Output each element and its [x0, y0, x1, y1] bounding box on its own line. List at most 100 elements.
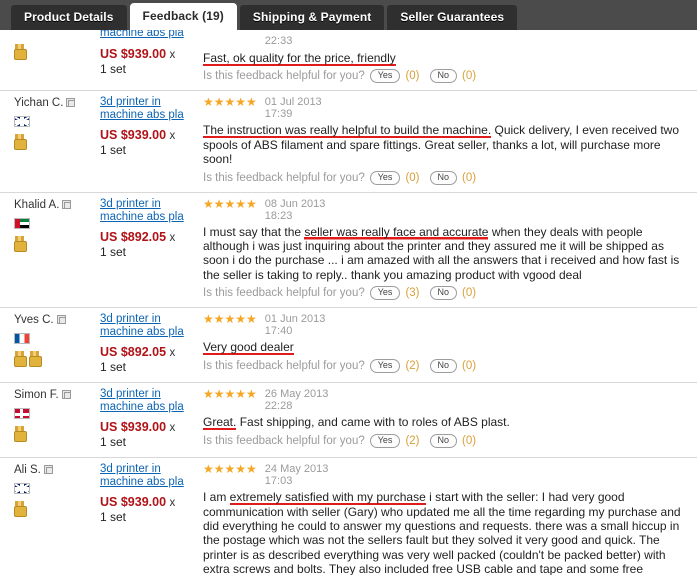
purchased-item-cell: 3d printer in machine abs pla US $939.00 … — [100, 383, 200, 457]
vote-yes-button[interactable]: Yes — [369, 69, 401, 84]
vote-no-count: (0) — [462, 171, 477, 184]
review-comment: Very good dealer — [203, 340, 691, 356]
medal-badges — [14, 44, 100, 60]
review-date: 01 Jul 2013 — [264, 96, 322, 109]
feedback-list: machine abs plaUS $939.00 x1 set★★★★★22:… — [0, 27, 697, 575]
rating-row: ★★★★★ 01 Jun 2013 17:40 — [203, 312, 691, 338]
review-datetime: 22:33 — [265, 35, 293, 47]
country-flags — [14, 110, 100, 128]
purchased-item-cell: machine abs pla US $939.00 x1 set — [100, 27, 200, 90]
review-time: 18:23 — [264, 209, 293, 222]
purchased-item-cell: 3d printer in machine abs pla US $939.00 … — [100, 91, 200, 191]
star-rating: ★★★★★ — [203, 312, 257, 327]
country-flags — [14, 327, 100, 345]
reviewer-name-text: Ali S. — [14, 464, 41, 477]
item-price-value: US $939.00 — [100, 128, 167, 143]
medal-icon — [14, 134, 27, 151]
helpful-vote-row: Is this feedback helpful for you? Yes (2) N… — [203, 433, 691, 448]
country-flags — [14, 212, 100, 230]
item-price-value: US $939.00 — [100, 47, 167, 61]
review-datetime: 26 May 2013 22:28 — [265, 388, 329, 412]
item-title-link[interactable]: 3d printer in machine abs pla — [100, 96, 192, 122]
medal-icon — [14, 501, 27, 518]
purchased-item-cell: 3d printer in machine abs pla US $892.05 … — [100, 308, 200, 382]
item-quantity: 1 set — [100, 143, 127, 158]
review-row: Khalid A. 3d printer in machine abs pla US… — [0, 191, 697, 308]
tab-feedback-19[interactable]: Feedback (19) — [129, 3, 237, 30]
medal-badges — [14, 235, 100, 252]
vote-yes-count: (0) — [405, 70, 420, 83]
comment-highlight: seller was really face and accurate — [304, 224, 489, 240]
reviewer-name: Yichan C. — [14, 96, 100, 110]
price-multiplier: x — [169, 497, 176, 510]
star-rating: ★★★★★ — [203, 462, 257, 477]
star-rating: ★★★★★ — [203, 95, 257, 110]
item-title-link[interactable]: 3d printer in machine abs pla — [100, 313, 192, 339]
vote-yes-count: (0) — [405, 171, 420, 184]
medal-icon — [29, 351, 42, 368]
review-datetime: 08 Jun 2013 18:23 — [265, 198, 326, 222]
price-multiplier: x — [169, 422, 176, 435]
medal-badges — [14, 426, 100, 443]
tab-product-details[interactable]: Product Details — [11, 5, 127, 30]
vote-yes-button[interactable]: Yes — [369, 170, 401, 185]
tab-shipping-payment[interactable]: Shipping & Payment — [239, 5, 385, 30]
vote-no-button[interactable]: No — [429, 358, 458, 373]
medal-icon — [14, 235, 27, 252]
verified-buyer-icon — [61, 390, 71, 400]
review-date: 08 Jun 2013 — [264, 197, 326, 210]
vote-no-button[interactable]: No — [429, 286, 458, 301]
item-title-link[interactable]: 3d printer in machine abs pla — [100, 463, 192, 489]
reviewer-name-text: Simon F. — [14, 389, 59, 402]
price-multiplier: x — [169, 347, 176, 360]
vote-yes-button[interactable]: Yes — [369, 286, 401, 301]
verified-buyer-icon — [66, 98, 76, 108]
item-price: US $892.05 x — [100, 345, 192, 360]
rating-row: ★★★★★ 24 May 2013 17:03 — [203, 462, 691, 488]
vote-no-button[interactable]: No — [429, 69, 458, 84]
item-price: US $939.00 x — [100, 420, 192, 435]
comment-highlight: The instruction was really helpful to bu… — [203, 123, 492, 139]
review-date: 26 May 2013 — [264, 388, 329, 401]
review-datetime: 01 Jul 2013 17:39 — [265, 96, 322, 120]
helpful-prompt: Is this feedback helpful for you? — [203, 70, 365, 83]
item-price: US $939.00 x — [100, 495, 192, 510]
item-price-value: US $892.05 — [100, 345, 167, 360]
verified-buyer-icon — [56, 315, 66, 325]
tab-seller-guarantees[interactable]: Seller Guarantees — [387, 5, 518, 30]
item-quantity: 1 set — [100, 510, 127, 525]
item-title-link[interactable]: 3d printer in machine abs pla — [100, 198, 192, 224]
helpful-prompt: Is this feedback helpful for you? — [203, 287, 365, 300]
rating-row: ★★★★★ 26 May 2013 22:28 — [203, 388, 691, 413]
review-comment: Fast, ok quality for the price, friendly — [203, 51, 691, 66]
reviewer-name-text: Yichan C. — [14, 97, 64, 110]
item-price: US $939.00 x — [100, 128, 192, 143]
review-body-cell: ★★★★★ 01 Jul 2013 17:39 The instruction was… — [200, 91, 697, 191]
reviewer-name-text: Yves C. — [14, 314, 54, 327]
review-row: Ali S. 3d printer in machine abs pla US $9… — [0, 457, 697, 575]
reviewer-name: Khalid A. — [14, 198, 100, 212]
review-body-cell: ★★★★★ 24 May 2013 17:03 I am extremely sati… — [200, 458, 697, 575]
star-rating: ★★★★★ — [203, 196, 257, 211]
item-price: US $892.05 x — [100, 230, 192, 245]
helpful-vote-row: Is this feedback helpful for you? Yes (0) N… — [203, 69, 691, 84]
vote-no-button[interactable]: No — [429, 433, 458, 448]
vote-yes-button[interactable]: Yes — [369, 433, 401, 448]
vote-yes-count: (2) — [405, 434, 420, 447]
medal-badges — [14, 501, 100, 518]
vote-no-count: (0) — [462, 70, 477, 83]
medal-icon — [14, 44, 27, 60]
review-time: 17:03 — [264, 475, 293, 488]
review-comment: The instruction was really helpful to bu… — [203, 123, 691, 166]
reviewer-cell: Yves C. — [0, 308, 100, 383]
country-flags — [14, 477, 100, 495]
helpful-prompt: Is this feedback helpful for you? — [203, 359, 365, 372]
item-title-link[interactable]: 3d printer in machine abs pla — [100, 388, 192, 414]
reviewer-cell: Ali S. — [0, 458, 100, 575]
comment-text-pre: I am — [203, 490, 230, 505]
review-time: 17:39 — [264, 108, 293, 121]
vote-yes-button[interactable]: Yes — [369, 358, 401, 373]
vote-no-count: (0) — [462, 287, 477, 300]
vote-no-button[interactable]: No — [429, 170, 458, 185]
item-price-value: US $939.00 — [100, 495, 167, 510]
